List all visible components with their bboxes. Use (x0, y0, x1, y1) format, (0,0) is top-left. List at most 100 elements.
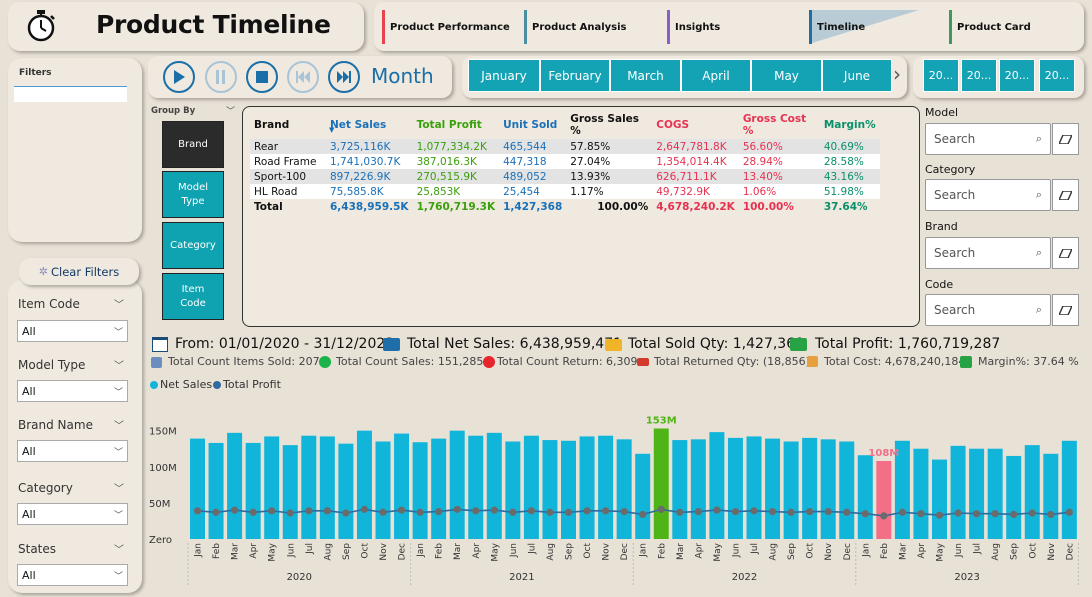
col-header-margin[interactable]: Margin% (820, 111, 880, 139)
bar-net-sales (765, 438, 781, 539)
group-button-category[interactable]: Category (162, 222, 224, 269)
clear-filters-button[interactable]: ✲ Clear Filters (19, 258, 139, 285)
x-tick-label: Mar (898, 543, 908, 560)
x-tick-label: Aug (323, 543, 333, 561)
code-search-input[interactable]: Search ⌕ (925, 294, 1051, 326)
bar-net-sales (987, 448, 1003, 539)
month-button-march[interactable]: March (610, 59, 681, 92)
month-button-may[interactable]: May (751, 59, 822, 92)
year-button-1[interactable]: 20... (923, 59, 959, 92)
green-circle-icon (319, 356, 331, 368)
x-tick-label: Apr (917, 543, 927, 559)
eraser-icon[interactable] (1052, 294, 1079, 326)
x-tick-label: Oct (1028, 543, 1038, 559)
group-button-brand[interactable]: Brand (162, 121, 224, 168)
col-header-gross-sales[interactable]: Gross Sales % (566, 111, 652, 139)
play-button[interactable] (163, 61, 195, 93)
point-total-profit (1047, 510, 1055, 519)
stop-button[interactable] (246, 61, 278, 93)
month-button-april[interactable]: April (681, 59, 751, 92)
year-button-4[interactable]: 20... (1039, 59, 1075, 92)
group-button-item-code[interactable]: Item Code (162, 273, 224, 320)
pause-button[interactable] (205, 61, 237, 93)
min-value-label: 108M (868, 448, 899, 459)
chevron-down-icon[interactable]: ﹀ (226, 104, 235, 117)
col-header-total-profit[interactable]: Total Profit (413, 111, 500, 139)
point-total-profit (917, 510, 925, 518)
bar-net-sales (264, 436, 280, 539)
month-button-january[interactable]: January (468, 59, 540, 92)
month-button-february[interactable]: February (540, 59, 610, 92)
chevron-down-icon[interactable]: ﹀ (114, 296, 124, 311)
month-button-june[interactable]: June (822, 59, 892, 92)
tab-insights[interactable]: Insights (667, 8, 787, 46)
group-button-model-type[interactable]: Model Type (162, 171, 224, 218)
category-dropdown[interactable]: All ﹀ (17, 503, 128, 525)
bar-net-sales (561, 440, 576, 539)
filters-text-input[interactable] (14, 86, 127, 102)
red-circle-icon (483, 356, 495, 368)
col-header-unit-sold[interactable]: Unit Sold (499, 111, 566, 139)
legend-total-profit[interactable]: Total Profit (213, 378, 281, 391)
states-dropdown[interactable]: All ﹀ (17, 564, 128, 586)
table-row[interactable]: Sport-100 897,226.9K 270,515.9K 489,052 13.9… (250, 169, 880, 184)
item-code-dropdown[interactable]: All ﹀ (17, 320, 128, 342)
x-tick-label: Dec (620, 543, 630, 560)
x-tick-label: Aug (991, 543, 1001, 561)
x-tick-label: Oct (583, 543, 593, 559)
tab-product-analysis[interactable]: Product Analysis (524, 8, 654, 46)
point-total-profit (1028, 509, 1036, 517)
bar-net-sales (245, 442, 261, 539)
point-total-profit (472, 507, 480, 515)
eraser-icon[interactable] (1052, 179, 1079, 211)
slicer-label-model-type: Model Type (18, 358, 86, 372)
point-total-profit (249, 508, 257, 516)
point-total-profit (898, 508, 907, 516)
filters-title: Filters (19, 68, 52, 78)
x-tick-label: Dec (398, 543, 408, 560)
x-tick-label: Jul (750, 543, 760, 555)
legend-net-sales[interactable]: Net Sales (150, 378, 212, 391)
tab-product-card[interactable]: Product Card (949, 8, 1059, 46)
table-total-row: Total 6,438,959.5K 1,760,719.3K 1,427,368 10… (254, 200, 868, 213)
total-sold-qty-text: Total Sold Qty: 1,427,368 (628, 336, 805, 352)
table-row[interactable]: HL Road 75,585.8K 25,853K 25,454 1.17% 49,732… (250, 184, 880, 199)
eraser-icon[interactable] (1052, 123, 1079, 155)
chevron-down-icon[interactable]: ﹀ (114, 480, 124, 495)
brand-name-dropdown[interactable]: All ﹀ (17, 440, 128, 462)
x-tick-label: Oct (360, 543, 370, 559)
point-total-profit (694, 507, 702, 516)
point-total-profit (639, 510, 647, 519)
col-header-net-sales[interactable]: Net Sales ▼ (326, 111, 413, 139)
chevron-down-icon: ﹀ (113, 571, 123, 582)
model-search-input[interactable]: Search ⌕ (925, 123, 1051, 155)
model-type-dropdown[interactable]: All ﹀ (17, 380, 128, 402)
year-button-2[interactable]: 20... (961, 59, 997, 92)
bar-net-sales (356, 430, 372, 539)
count-sales-text: Total Count Sales: 151,285 (336, 355, 484, 368)
col-header-gross-cost[interactable]: Gross Cost % (739, 111, 820, 139)
table-row[interactable]: Rear 3,725,116K 1,077,334.2K 465,544 57.85% 2… (250, 139, 880, 154)
bar-net-sales (969, 448, 985, 539)
net-sales-profit-chart: Zero 50M 100M 150M 153M 108M Jan Feb Mar Apr May Ju… (149, 416, 1079, 585)
col-header-cogs[interactable]: COGS (652, 111, 739, 139)
chevron-down-icon[interactable]: ﹀ (114, 417, 124, 432)
previous-button[interactable] (287, 61, 319, 93)
tab-product-performance[interactable]: Product Performance (382, 8, 512, 46)
next-button[interactable] (328, 61, 360, 93)
point-total-profit (490, 506, 498, 514)
category-search-input[interactable]: Search ⌕ (925, 179, 1051, 211)
slicer-label-item-code: Item Code (18, 297, 80, 311)
table-row[interactable]: Road Frame 1,741,030.7K 387,016.3K 447,318 2… (250, 154, 880, 169)
chevron-down-icon[interactable]: ﹀ (114, 541, 124, 556)
point-total-profit (435, 507, 443, 516)
chevron-down-icon[interactable]: ﹀ (114, 357, 124, 372)
col-header-brand[interactable]: Brand (250, 111, 326, 139)
chevron-right-icon[interactable]: › (893, 62, 901, 86)
eraser-icon[interactable] (1052, 237, 1079, 269)
tab-timeline[interactable]: Timeline (809, 8, 919, 46)
brand-search-input[interactable]: Search ⌕ (925, 237, 1051, 269)
year-button-3[interactable]: 20... (999, 59, 1035, 92)
slicer-label-category: Category (18, 481, 73, 495)
x-tick-label: Nov (602, 542, 612, 560)
